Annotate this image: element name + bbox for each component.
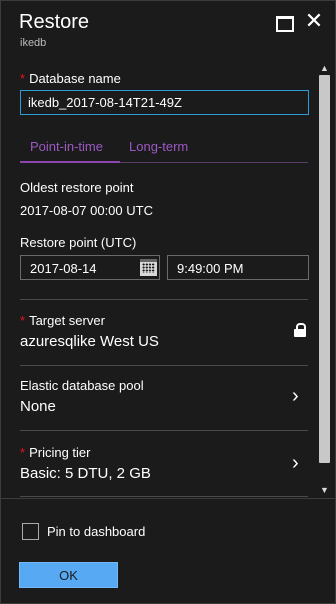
target-server-label: * Target server: [20, 313, 105, 328]
target-server-label-text: Target server: [29, 313, 105, 328]
maximize-icon[interactable]: [273, 11, 295, 33]
chevron-right-icon[interactable]: ›: [292, 453, 304, 473]
form-scroll-area: *Database name Point-in-time Long-term O…: [1, 61, 336, 497]
active-tab-indicator: [20, 161, 120, 163]
elastic-pool-label: Elastic database pool: [20, 378, 144, 393]
target-server-value: azuresqlike West US: [20, 333, 159, 350]
pricing-tier-label-text: Pricing tier: [29, 445, 91, 460]
pin-to-dashboard-label[interactable]: Pin to dashboard: [47, 524, 145, 539]
pricing-tier-value[interactable]: Basic: 5 DTU, 2 GB: [20, 465, 151, 482]
pricing-tier-label: * Pricing tier: [20, 445, 90, 460]
section-divider: [20, 365, 308, 366]
blade-subtitle: ikedb: [20, 37, 47, 49]
restore-date-picker[interactable]: 2017-08-14: [20, 255, 160, 280]
tab-point-in-time[interactable]: Point-in-time: [30, 139, 103, 154]
scroll-down-icon[interactable]: ▼: [317, 483, 332, 497]
vertical-scrollbar[interactable]: ▲ ▼: [317, 61, 332, 497]
oldest-restore-point-value: 2017-08-07 00:00 UTC: [20, 203, 153, 218]
restore-time-input[interactable]: 9:49:00 PM: [167, 255, 309, 280]
database-name-label-text: Database name: [29, 71, 121, 86]
pin-to-dashboard-checkbox[interactable]: [22, 523, 39, 540]
scrollbar-thumb[interactable]: [319, 75, 330, 463]
section-divider: [20, 496, 308, 497]
close-icon[interactable]: ✕: [303, 10, 325, 33]
restore-point-label: Restore point (UTC): [20, 235, 137, 250]
elastic-pool-value[interactable]: None: [20, 398, 56, 415]
lock-icon: [294, 323, 306, 337]
restore-blade: Restore ikedb ✕ *Database name Point-in-…: [0, 0, 336, 604]
tab-long-term[interactable]: Long-term: [129, 139, 188, 154]
ok-button[interactable]: OK: [19, 562, 118, 588]
footer-divider: [1, 498, 336, 499]
scroll-up-icon[interactable]: ▲: [317, 61, 332, 75]
restore-time-value: 9:49:00 PM: [177, 261, 244, 276]
database-name-label: * Database name: [20, 71, 121, 86]
section-divider: [20, 430, 308, 431]
section-divider: [20, 299, 308, 300]
oldest-restore-point-label: Oldest restore point: [20, 180, 134, 195]
required-mark: *: [20, 313, 26, 328]
required-mark: *: [20, 445, 26, 460]
calendar-icon[interactable]: [140, 259, 157, 276]
chevron-right-icon[interactable]: ›: [292, 386, 304, 406]
required-mark: *: [20, 71, 26, 86]
blade-title: Restore: [19, 11, 90, 33]
database-name-input[interactable]: [20, 90, 309, 115]
restore-date-value: 2017-08-14: [30, 261, 97, 276]
